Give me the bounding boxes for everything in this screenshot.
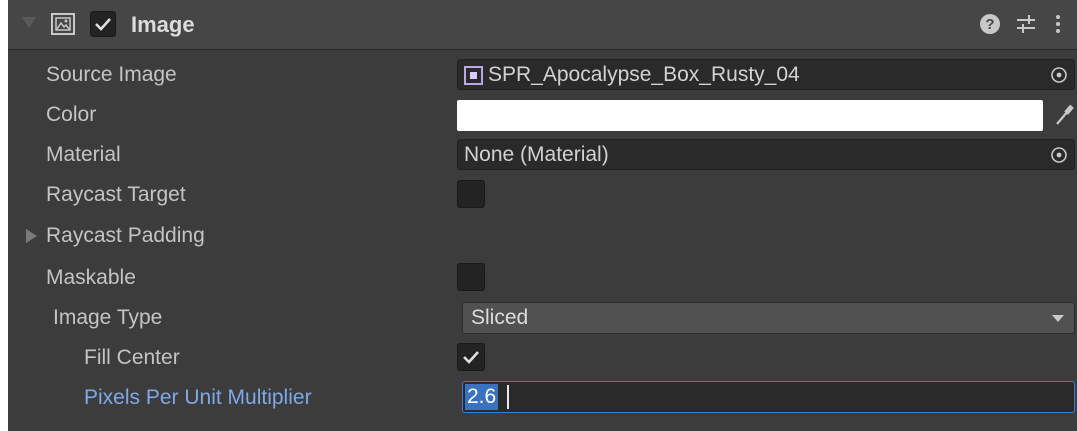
sprite-icon [464, 66, 483, 85]
component-enabled-checkbox[interactable] [90, 11, 116, 37]
source-image-label: Source Image [46, 63, 177, 86]
image-type-label: Image Type [53, 306, 163, 329]
image-component-panel: Image ? Source Image SPR_Apocalypse_Box_… [8, 0, 1077, 431]
text-caret [507, 385, 509, 409]
image-type-value: Sliced [471, 306, 529, 329]
triangle-right-icon[interactable] [26, 229, 37, 243]
eyedropper-icon[interactable] [1053, 102, 1075, 128]
maskable-label: Maskable [46, 266, 136, 289]
maskable-checkbox[interactable] [457, 263, 485, 291]
triangle-down-icon[interactable] [22, 17, 36, 28]
fill-center-label: Fill Center [84, 346, 180, 369]
checkmark-icon [95, 18, 111, 31]
raycast-target-label: Raycast Target [46, 183, 186, 206]
help-icon[interactable]: ? [978, 12, 1002, 36]
presets-icon[interactable] [1014, 12, 1038, 36]
pixels-per-unit-multiplier-input[interactable]: 2.6 [462, 381, 1075, 413]
raycast-padding-label[interactable]: Raycast Padding [46, 216, 205, 256]
component-header[interactable]: Image ? [8, 0, 1077, 50]
fill-center-checkbox[interactable] [457, 343, 485, 371]
svg-text:?: ? [985, 16, 994, 33]
checkmark-icon [463, 351, 479, 364]
material-label: Material [46, 143, 121, 166]
raycast-target-checkbox[interactable] [457, 180, 485, 208]
source-image-field[interactable]: SPR_Apocalypse_Box_Rusty_04 [457, 59, 1075, 90]
image-type-dropdown[interactable]: Sliced [462, 302, 1075, 334]
object-picker-icon[interactable] [1050, 146, 1068, 164]
source-image-value: SPR_Apocalypse_Box_Rusty_04 [488, 63, 800, 86]
component-title: Image [131, 12, 195, 37]
image-component-icon [51, 13, 75, 35]
pixels-per-unit-multiplier-value: 2.6 [465, 384, 499, 410]
pixels-per-unit-multiplier-label: Pixels Per Unit Multiplier [84, 386, 312, 409]
color-label: Color [46, 103, 97, 126]
material-value: None (Material) [464, 143, 609, 166]
chevron-down-icon [1052, 315, 1064, 322]
color-swatch[interactable] [457, 100, 1043, 131]
object-picker-icon[interactable] [1050, 66, 1068, 84]
material-field[interactable]: None (Material) [457, 139, 1075, 170]
kebab-menu-icon[interactable] [1048, 12, 1068, 36]
